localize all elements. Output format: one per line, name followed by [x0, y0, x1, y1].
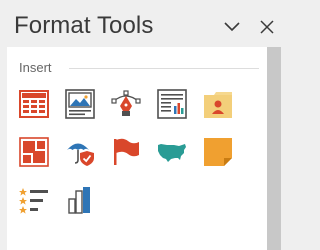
umbrella-shield-icon	[67, 143, 94, 166]
insert-picture-button[interactable]	[63, 87, 97, 121]
collapse-button[interactable]	[221, 16, 243, 38]
tools-panel: Insert	[7, 47, 267, 250]
insert-rating-button[interactable]	[17, 183, 51, 217]
table-icon	[19, 90, 49, 118]
flag-icon	[114, 138, 139, 165]
text-chart-report-icon	[157, 89, 187, 119]
insert-protection-button[interactable]	[63, 135, 97, 169]
close-button[interactable]	[256, 16, 278, 38]
pane-title: Format Tools	[14, 12, 154, 39]
rating-list-icon	[19, 188, 48, 214]
picture-caption-icon	[65, 89, 95, 119]
insert-note-button[interactable]	[201, 135, 235, 169]
scrollbar-thumb[interactable]	[267, 47, 281, 250]
section-divider	[69, 68, 259, 69]
pane-right-edge	[281, 47, 295, 250]
chevron-down-icon	[224, 22, 240, 32]
insert-contact-button[interactable]	[201, 87, 235, 121]
insert-table-button[interactable]	[17, 87, 51, 121]
bar-chart-icon	[68, 187, 90, 214]
tile-grid-icon	[19, 137, 49, 167]
insert-section-label: Insert	[19, 60, 52, 75]
close-icon	[260, 20, 274, 34]
contact-card-icon	[204, 92, 232, 118]
us-map-icon	[158, 144, 186, 162]
sticky-note-icon	[204, 138, 232, 166]
insert-flag-button[interactable]	[109, 135, 143, 169]
insert-report-button[interactable]	[155, 87, 189, 121]
insert-chart-button[interactable]	[63, 183, 97, 217]
insert-tiles-button[interactable]	[17, 135, 51, 169]
panel-scrollbar[interactable]	[267, 47, 281, 250]
pen-tool-button[interactable]	[109, 87, 143, 121]
insert-map-button[interactable]	[155, 135, 189, 169]
pane-header: Format Tools	[0, 0, 295, 50]
pen-tool-icon	[111, 90, 141, 116]
